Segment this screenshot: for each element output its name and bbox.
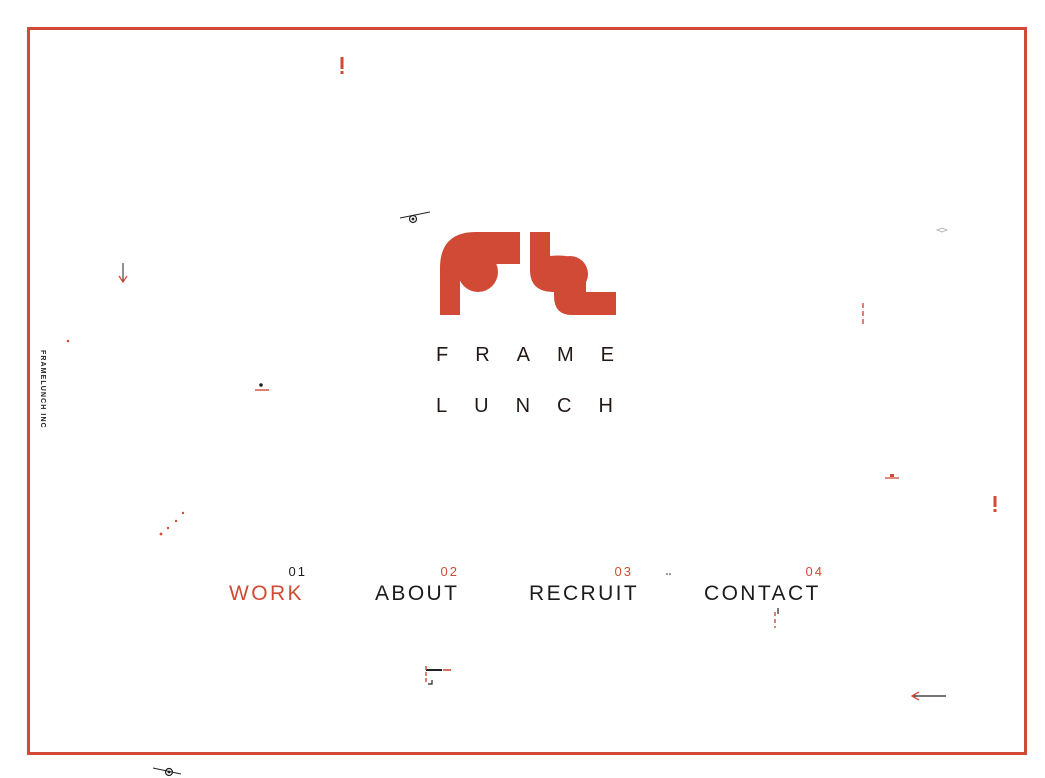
framelunch-logo[interactable] <box>438 230 618 318</box>
eye-icon <box>152 767 182 777</box>
nav-label-contact: CONTACT <box>704 582 821 605</box>
nav-item-work[interactable]: 01 WORK <box>229 562 309 612</box>
eye-icon <box>399 211 431 224</box>
arrow-down-icon <box>118 263 128 284</box>
page: FRAMELUNCH INC FRAME LUNCH 01 WORK 02 AB… <box>0 0 1045 778</box>
dashed-line-icon <box>774 608 779 628</box>
logo-l-dot <box>552 256 588 292</box>
nav-label-work: WORK <box>229 582 304 605</box>
brand-line-frame: FRAME <box>436 344 641 366</box>
dashed-line-icon <box>862 303 864 324</box>
nav-number-recruit: 03 <box>614 564 633 579</box>
nav-label-about: ABOUT <box>375 582 460 605</box>
pin-icon <box>885 474 899 479</box>
page-frame-border <box>27 27 1027 755</box>
exclamation-icon <box>340 57 344 74</box>
main-nav: 01 WORK 02 ABOUT 03 RECRUIT 04 CONTACT <box>0 562 1045 622</box>
nav-number-about: 02 <box>440 564 459 579</box>
dot-icon <box>66 339 70 343</box>
nav-number-contact: 04 <box>805 564 824 579</box>
logo-f-dot <box>458 252 498 292</box>
nav-item-contact[interactable]: 04 CONTACT <box>704 562 826 612</box>
pin-icon <box>255 383 269 391</box>
nav-item-recruit[interactable]: 03 RECRUIT <box>529 562 637 612</box>
dotted-line-icon <box>159 511 185 536</box>
diamond-icon <box>935 227 949 233</box>
exclamation-icon <box>993 496 997 512</box>
corner-bracket-icon <box>425 666 451 685</box>
nav-item-about[interactable]: 02 ABOUT <box>375 562 465 612</box>
dot-icon <box>666 573 671 575</box>
nav-label-recruit: RECRUIT <box>529 582 640 605</box>
arrow-left-icon <box>910 691 946 701</box>
nav-number-work: 01 <box>288 564 307 579</box>
company-name-vertical: FRAMELUNCH INC <box>39 350 46 429</box>
brand-line-lunch: LUNCH <box>436 395 640 417</box>
